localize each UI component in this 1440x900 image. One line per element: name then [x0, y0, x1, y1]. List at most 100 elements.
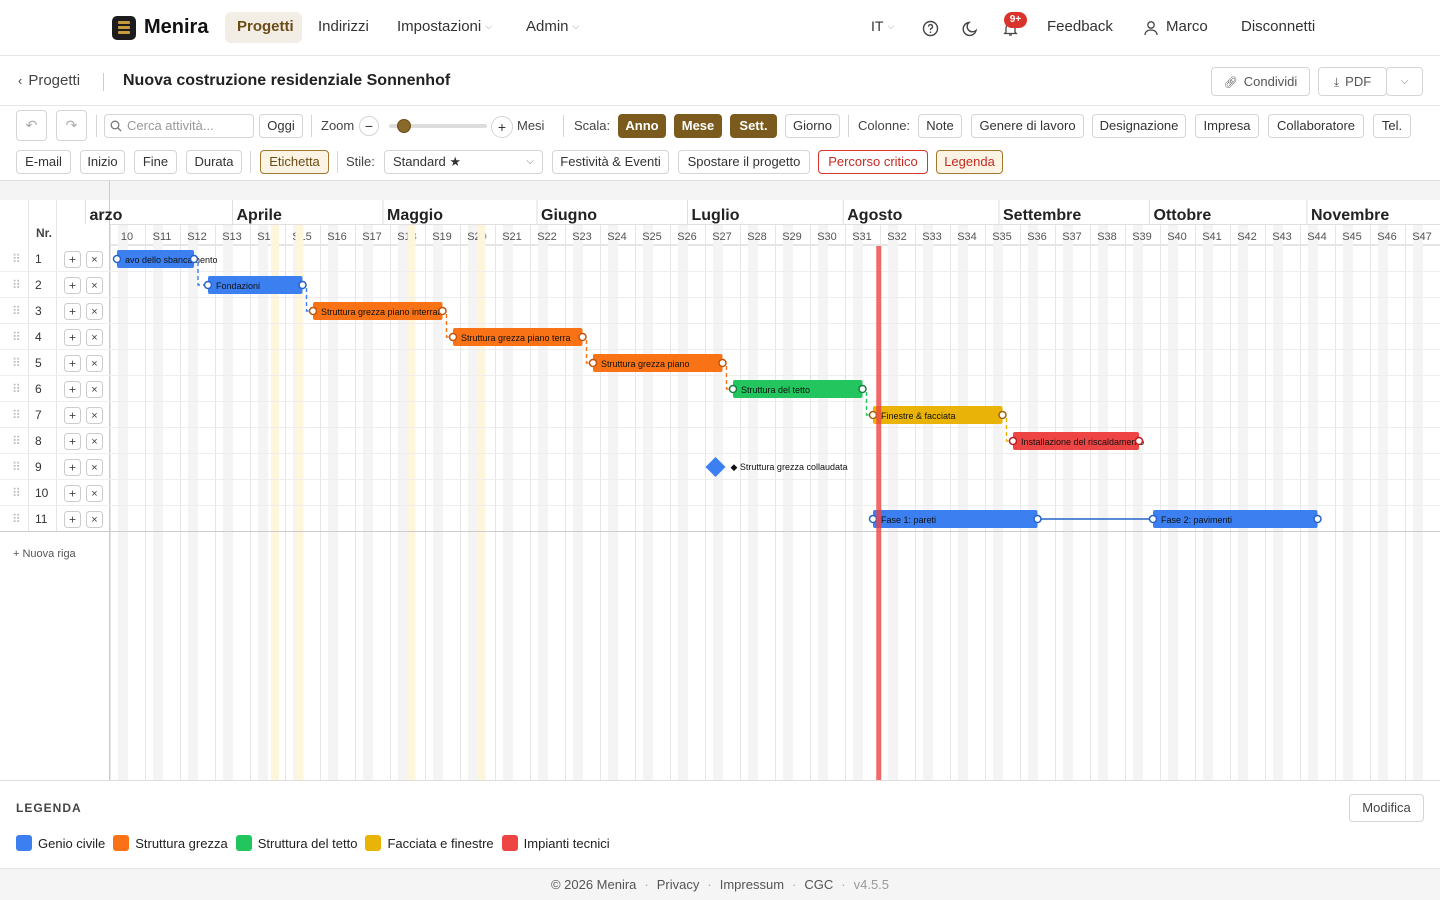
column-end[interactable]: Fine [134, 150, 177, 174]
link-icon: 🔗︎ [1223, 77, 1238, 89]
zoom-slider-handle[interactable] [397, 119, 412, 133]
plus-icon: + [69, 513, 76, 527]
milestone-label[interactable]: ◆ Struttura grezza collaudata [731, 462, 848, 472]
move-project-button[interactable]: Spostare il progetto [678, 150, 810, 174]
task-end-handle [298, 280, 307, 290]
logout-link[interactable]: Disconnetti [1241, 18, 1315, 35]
zoom-in-plus-icon[interactable]: + [491, 116, 513, 138]
task-start-handle [448, 332, 458, 342]
task-label: Fase 1: pareti [881, 515, 936, 525]
zoom-label: Zoom [321, 118, 355, 133]
scale-month[interactable]: Mese [674, 114, 722, 138]
search-icon [110, 120, 122, 132]
today-line [876, 246, 882, 780]
row-number: 3 [35, 304, 42, 318]
column-company[interactable]: Impresa [1195, 114, 1259, 138]
chevron-down-icon: ⌵ [526, 156, 534, 167]
search-input[interactable]: Cerca attività... [104, 114, 254, 138]
footer-copyright: © 2026 Menira [550, 877, 637, 892]
dark-mode-moon-icon[interactable] [962, 20, 979, 37]
legend-edit-button[interactable]: Modifica [1349, 794, 1424, 822]
nav-indirizzi[interactable]: Indirizzi [318, 18, 369, 35]
today-button[interactable]: Oggi [259, 114, 303, 138]
user-menu[interactable]: Marco [1166, 18, 1208, 35]
task-end-handle [718, 358, 727, 368]
legend-label: Struttura del tetto [257, 835, 358, 851]
column-duration[interactable]: Durata [186, 150, 242, 174]
drag-handle-icon: ⠿ [12, 278, 21, 292]
footer-privacy-link[interactable]: Privacy [657, 877, 700, 892]
language-selector[interactable]: IT ⌵ [871, 18, 894, 34]
toolbar-divider [96, 115, 97, 137]
week-tick-label: S44 [1307, 231, 1327, 243]
close-icon: × [91, 488, 97, 500]
task-end-handle [578, 332, 587, 342]
drag-handle-icon: ⠿ [12, 356, 21, 370]
footer-impressum-link[interactable]: Impressum [720, 877, 784, 892]
row-number: 7 [35, 408, 42, 422]
month-label: Ottobre [1154, 207, 1212, 224]
week-tick-label: S12 [187, 231, 207, 243]
column-note[interactable]: Note [918, 114, 962, 138]
scale-year[interactable]: Anno [618, 114, 666, 138]
nav-impostazioni[interactable]: Impostazioni ⌵ [397, 18, 492, 35]
help-icon[interactable] [922, 20, 939, 37]
column-label[interactable]: Etichetta [260, 150, 329, 174]
menira-logo-icon[interactable] [112, 16, 136, 40]
column-start[interactable]: Inizio [80, 150, 125, 174]
week-tick-label: S27 [712, 231, 732, 243]
nav-progetti[interactable]: Progetti [237, 18, 294, 35]
legend-swatch [365, 834, 382, 851]
drag-handle-icon: ⠿ [12, 434, 21, 448]
back-to-projects[interactable]: ‹ Progetti [18, 72, 80, 89]
holidays-events-button[interactable]: Festività & Eventi [552, 150, 669, 174]
pdf-label: PDF [1345, 74, 1372, 89]
share-button[interactable]: 🔗︎ Condividi [1211, 67, 1310, 96]
weekend-shade [713, 224, 723, 780]
weekend-shade [993, 224, 1003, 780]
app-name[interactable]: Menira [144, 16, 208, 39]
pdf-button[interactable]: ⤓ PDF [1318, 67, 1387, 96]
week-tick-label: S39 [1132, 231, 1152, 243]
legend-toggle-button[interactable]: Legenda [936, 150, 1003, 174]
legend-panel: LEGENDA Modifica Genio civile Struttura g… [0, 780, 1440, 868]
row-number: 2 [35, 278, 42, 292]
nav-admin[interactable]: Admin ⌵ [526, 18, 579, 35]
scale-day[interactable]: Giorno [785, 114, 840, 138]
page-title: Nuova costruzione residenziale Sonnenhof [123, 72, 451, 89]
week-tick-label: S40 [1167, 231, 1187, 243]
style-select[interactable]: Standard ★ ⌵ [384, 150, 543, 174]
column-work-type[interactable]: Genere di lavoro [971, 114, 1084, 138]
footer-cgc-link[interactable]: CGC [804, 877, 833, 892]
undo-icon[interactable]: ↶ [16, 110, 47, 141]
column-email[interactable]: E-mail [16, 150, 71, 174]
task-start-handle [203, 280, 213, 290]
column-collaborator[interactable]: Collaboratore [1268, 114, 1364, 138]
task-start-handle [868, 514, 878, 524]
close-icon: × [91, 280, 97, 292]
pdf-options-chevron-icon[interactable]: ⌵ [1386, 67, 1423, 96]
critical-path-button[interactable]: Percorso critico [818, 150, 928, 174]
task-label: Fase 2: pavimenti [1161, 515, 1232, 525]
legend-title: LEGENDA [16, 801, 82, 815]
drag-handle-icon: ⠿ [12, 382, 21, 396]
column-phone[interactable]: Tel. [1373, 114, 1411, 138]
weekend-shade [748, 224, 758, 780]
new-row-button[interactable]: + Nuova riga [13, 548, 77, 560]
row-number: 6 [35, 382, 42, 396]
weekend-shade [608, 224, 618, 780]
legend-label: Genio civile [38, 835, 106, 851]
feedback-link[interactable]: Feedback [1047, 18, 1113, 35]
scale-week[interactable]: Sett. [730, 114, 777, 138]
plus-icon: + [69, 435, 76, 449]
redo-icon[interactable]: ↷ [56, 110, 87, 141]
zoom-slider[interactable] [389, 119, 487, 133]
close-icon: × [91, 358, 97, 370]
weekend-shade [1378, 224, 1388, 780]
week-tick-label: S43 [1272, 231, 1292, 243]
close-icon: × [91, 254, 97, 266]
zoom-out-minus-icon[interactable]: − [359, 116, 379, 136]
month-label: arzo [90, 207, 123, 224]
chevron-down-icon: ⌵ [572, 21, 580, 31]
column-designation[interactable]: Designazione [1092, 114, 1186, 138]
